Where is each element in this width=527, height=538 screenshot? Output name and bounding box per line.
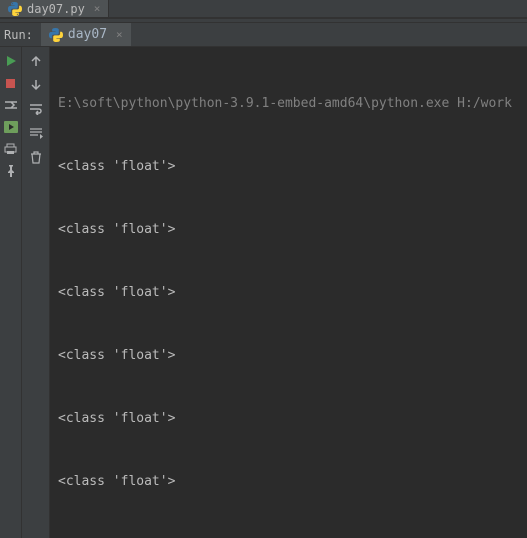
- console-line: <class 'float'>: [58, 156, 519, 177]
- exit-icon[interactable]: [3, 119, 19, 135]
- file-tab[interactable]: day07.py ×: [0, 0, 109, 17]
- print-icon[interactable]: [3, 141, 19, 157]
- stop-icon[interactable]: [3, 75, 19, 91]
- console-line: <class 'float'>: [58, 219, 519, 240]
- tab-filename: day07.py: [27, 2, 85, 16]
- run-config-tab[interactable]: day07 ×: [41, 23, 131, 46]
- run-panel-header: Run: day07 ×: [0, 23, 527, 47]
- scroll-to-end-icon[interactable]: [28, 125, 44, 141]
- layout-icon[interactable]: [3, 97, 19, 113]
- run-panel: Run: day07 ×: [0, 23, 527, 538]
- console-line: <class 'float'>: [58, 345, 519, 366]
- run-label: Run:: [4, 28, 33, 42]
- pin-icon[interactable]: [3, 163, 19, 179]
- run-toolbar-left: [0, 47, 22, 538]
- close-icon[interactable]: ×: [116, 28, 123, 41]
- python-run-icon: [49, 28, 63, 42]
- trash-icon[interactable]: [28, 149, 44, 165]
- close-icon[interactable]: ×: [94, 2, 101, 15]
- editor-tab-bar: day07.py ×: [0, 0, 527, 18]
- up-arrow-icon[interactable]: [28, 53, 44, 69]
- down-arrow-icon[interactable]: [28, 77, 44, 93]
- console-command: E:\soft\python\python-3.9.1-embed-amd64\…: [58, 93, 519, 114]
- console-output[interactable]: E:\soft\python\python-3.9.1-embed-amd64\…: [50, 47, 527, 538]
- soft-wrap-icon[interactable]: [28, 101, 44, 117]
- console-line: <class 'float'>: [58, 471, 519, 492]
- rerun-icon[interactable]: [3, 53, 19, 69]
- console-line: <class 'float'>: [58, 282, 519, 303]
- run-tab-name: day07: [68, 27, 107, 42]
- run-toolbar-right: [22, 47, 50, 538]
- python-file-icon: [8, 2, 22, 16]
- console-line: <class 'float'>: [58, 408, 519, 429]
